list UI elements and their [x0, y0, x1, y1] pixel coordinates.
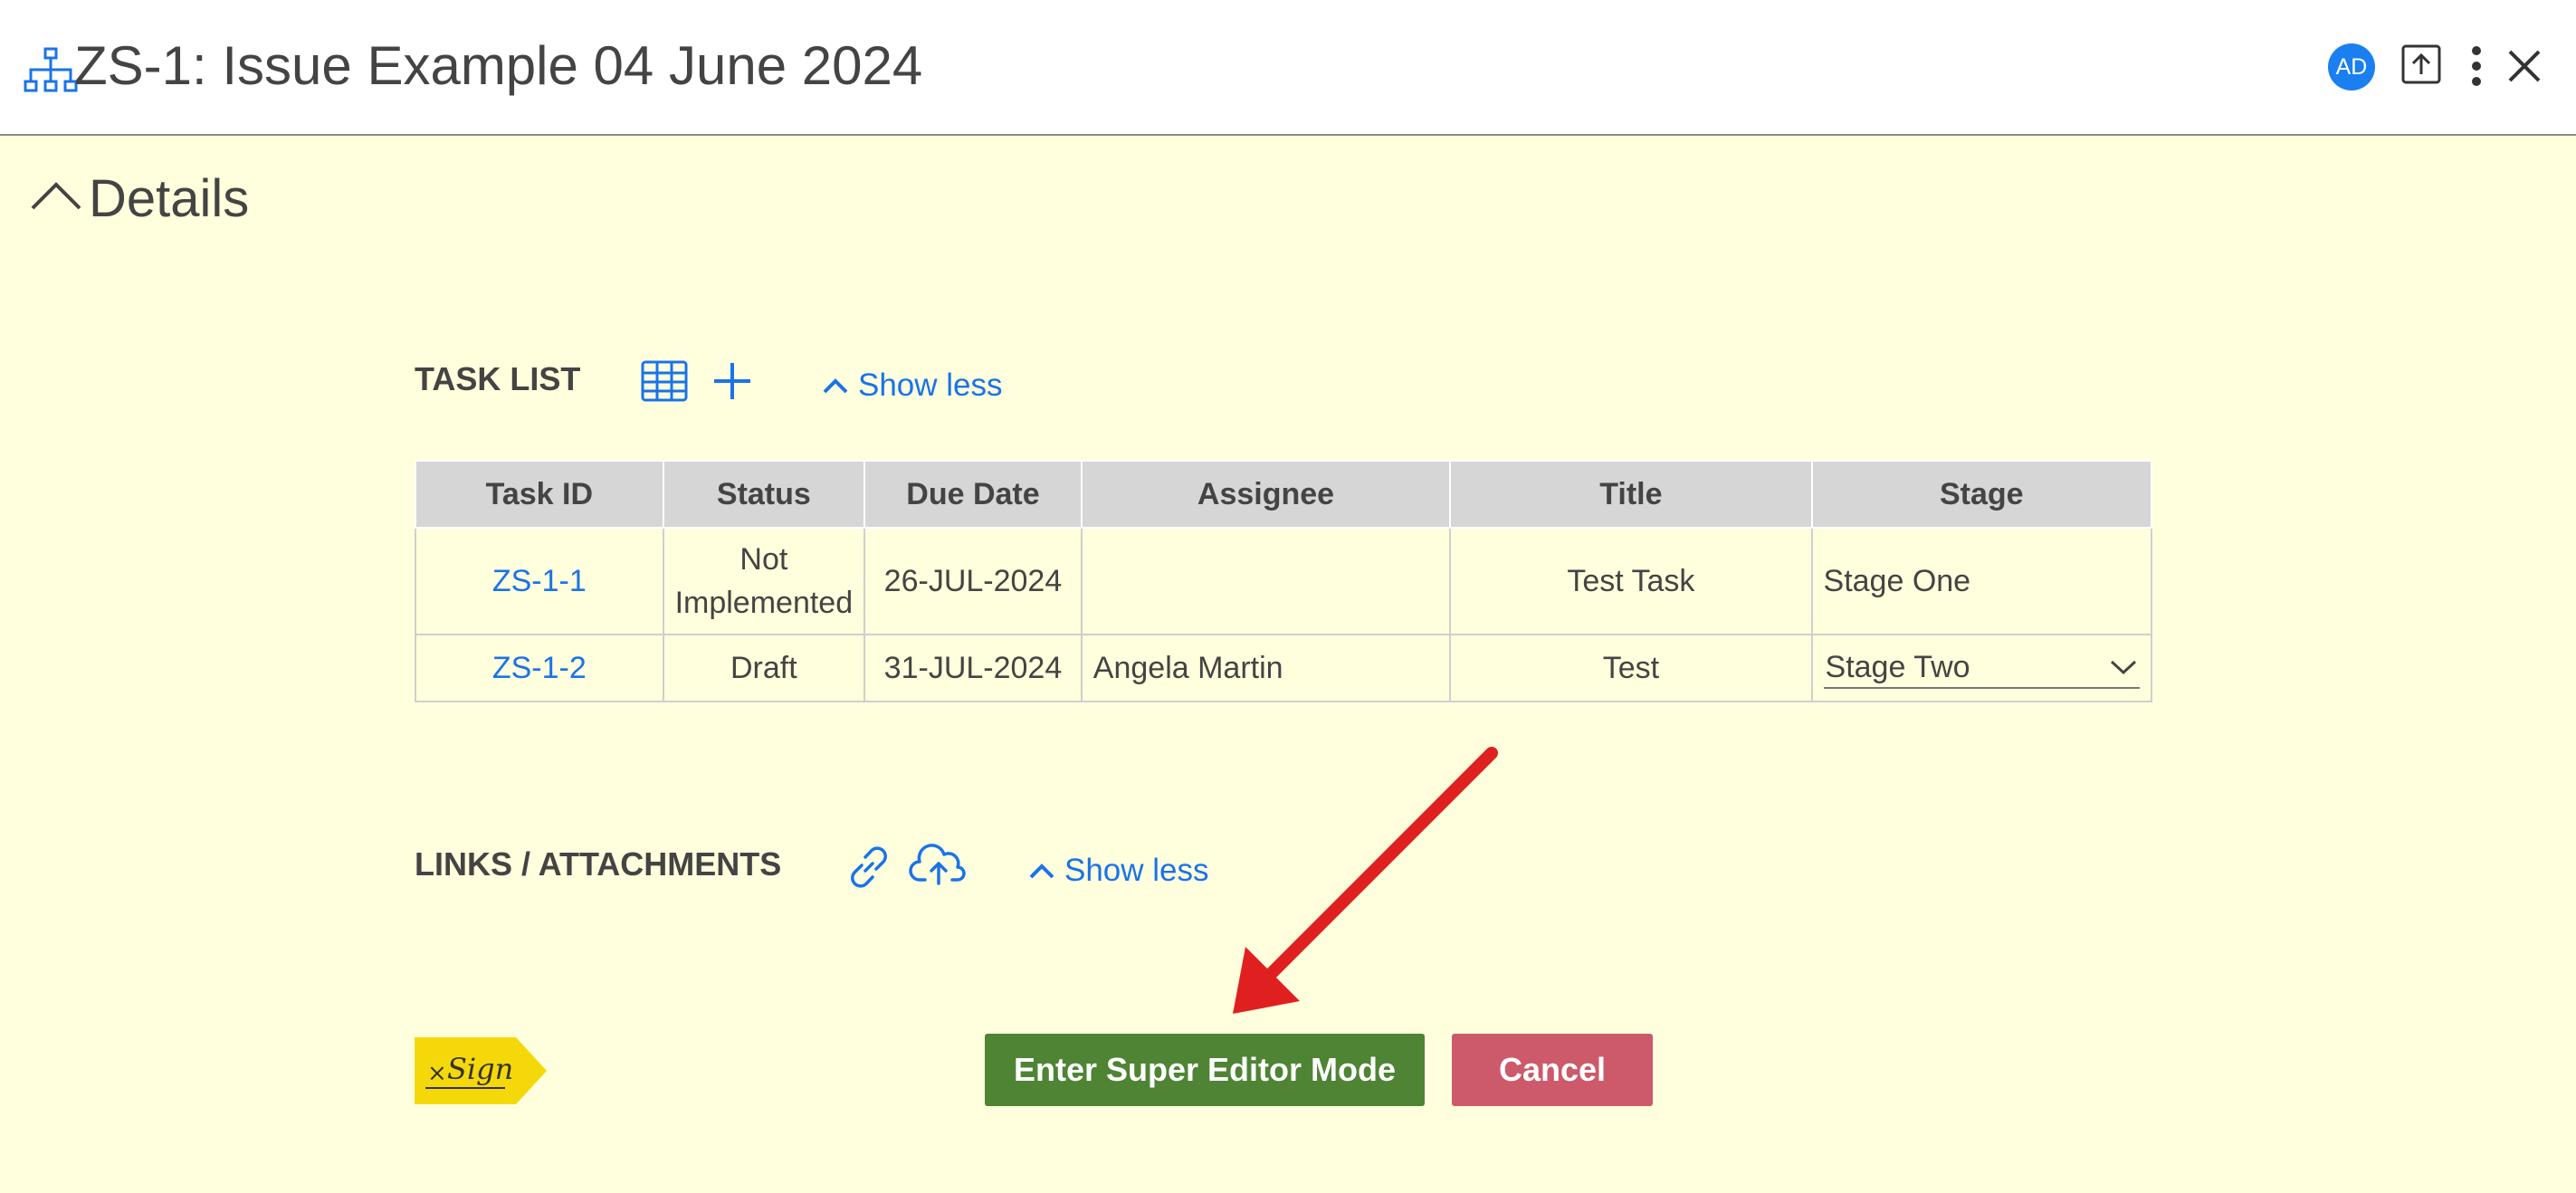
- chevron-down-icon: [2110, 660, 2137, 675]
- stage-select[interactable]: Stage Two: [1823, 647, 2140, 689]
- close-icon[interactable]: [2505, 47, 2543, 85]
- column-header-status[interactable]: Status: [662, 460, 866, 529]
- header-bar: ZS-1: Issue Example 04 June 2024 AD: [0, 0, 2576, 136]
- hierarchy-icon[interactable]: [24, 47, 78, 94]
- upload-icon[interactable]: [2400, 43, 2442, 85]
- user-avatar[interactable]: AD: [2328, 43, 2375, 91]
- more-vertical-icon[interactable]: [2467, 43, 2485, 89]
- plus-icon[interactable]: [711, 360, 753, 402]
- task-due-date: 31-JUL-2024: [863, 634, 1083, 702]
- task-title: Test: [1449, 634, 1813, 702]
- page-title: ZS-1: Issue Example 04 June 2024: [74, 35, 923, 96]
- task-assignee: [1080, 527, 1452, 635]
- links-attachments-label: LINKS / ATTACHMENTS: [415, 845, 782, 883]
- enter-super-editor-mode-button[interactable]: Enter Super Editor Mode: [985, 1034, 1425, 1106]
- annotation-arrow-icon: [1233, 747, 1498, 1014]
- task-list-show-less[interactable]: Show less: [822, 367, 1003, 404]
- column-header-title[interactable]: Title: [1449, 460, 1813, 529]
- column-header-stage[interactable]: Stage: [1810, 460, 2153, 529]
- chevron-up-icon: [1029, 864, 1054, 879]
- show-less-label: Show less: [1064, 853, 1209, 888]
- links-show-less[interactable]: Show less: [1028, 853, 1209, 889]
- task-title: Test Task: [1449, 527, 1813, 635]
- task-stage: Stage One: [1810, 527, 2153, 635]
- task-stage-cell: Stage Two: [1810, 634, 2153, 702]
- svg-text:×: ×: [427, 1060, 447, 1087]
- link-icon[interactable]: [844, 842, 894, 892]
- chevron-up-icon[interactable]: [29, 168, 83, 223]
- xsign-label: Sign: [447, 1052, 513, 1086]
- task-id-link[interactable]: ZS-1-2: [415, 634, 664, 702]
- task-assignee: Angela Martin: [1080, 634, 1452, 702]
- task-table: Task ID Status Due Date Assignee Title S…: [415, 460, 2153, 702]
- table-row: ZS-1-2 Draft 31-JUL-2024 Angela Martin T…: [415, 634, 2153, 702]
- task-due-date: 26-JUL-2024: [863, 527, 1083, 635]
- column-header-assignee[interactable]: Assignee: [1080, 460, 1452, 529]
- cancel-button[interactable]: Cancel: [1452, 1034, 1653, 1106]
- column-header-task-id[interactable]: Task ID: [415, 460, 664, 529]
- table-icon[interactable]: [641, 360, 688, 402]
- task-list-label: TASK LIST: [415, 360, 581, 397]
- cloud-upload-icon[interactable]: [909, 842, 968, 887]
- show-less-label: Show less: [858, 367, 1003, 403]
- section-title-details: Details: [89, 169, 250, 228]
- xsign-tag-icon[interactable]: × Sign: [415, 1037, 547, 1104]
- task-id-link[interactable]: ZS-1-1: [415, 527, 664, 635]
- column-header-due-date[interactable]: Due Date: [863, 460, 1083, 529]
- task-status: Draft: [662, 634, 866, 702]
- stage-select-value: Stage Two: [1825, 650, 1970, 684]
- chevron-up-icon: [823, 378, 848, 394]
- table-row: ZS-1-1 Not Implemented 26-JUL-2024 Test …: [415, 527, 2153, 635]
- table-header-row: Task ID Status Due Date Assignee Title S…: [415, 460, 2153, 529]
- task-status: Not Implemented: [662, 527, 866, 635]
